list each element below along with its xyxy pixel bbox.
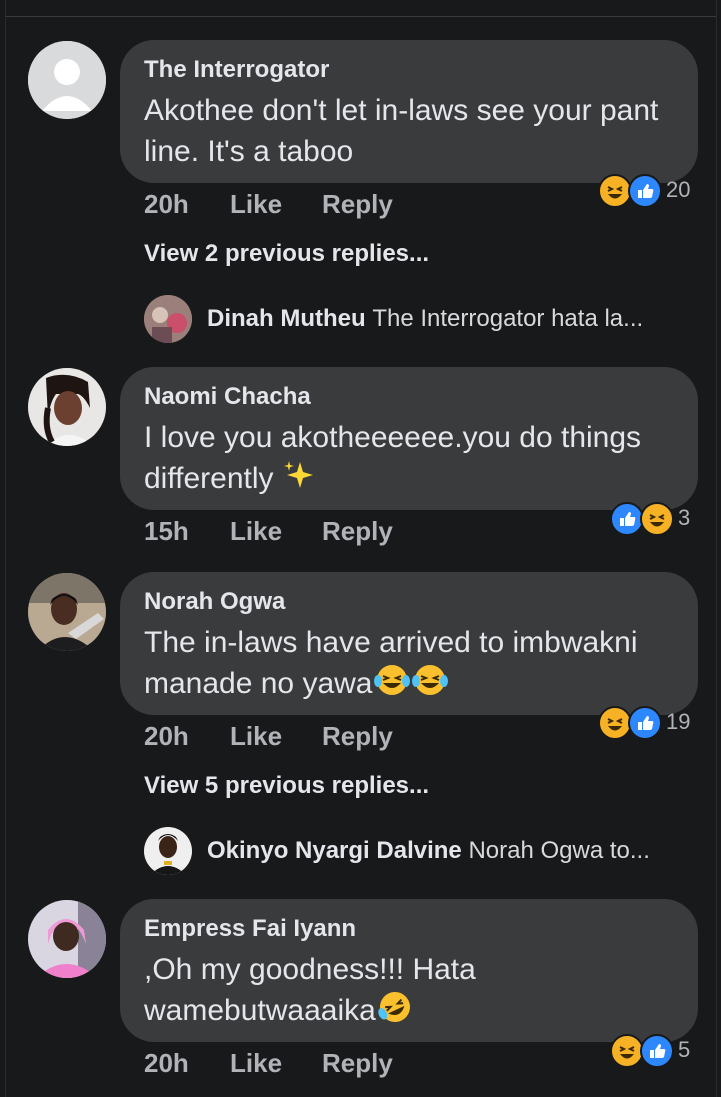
reply-button[interactable]: Reply [322, 1048, 393, 1079]
reaction-summary[interactable]: 20 [598, 174, 698, 208]
like-reaction-icon [610, 502, 644, 536]
comment-bubble: Empress Fai Iyann ,Oh my goodness!!! Hat… [120, 899, 698, 1042]
comment-author[interactable]: Empress Fai Iyann [144, 913, 674, 945]
comment-author[interactable]: The Interrogator [144, 54, 674, 86]
like-button[interactable]: Like [230, 1048, 282, 1079]
avatar[interactable] [28, 368, 106, 446]
avatar [144, 295, 192, 343]
reaction-summary[interactable]: 5 [610, 1034, 700, 1068]
comment-author[interactable]: Naomi Chacha [144, 381, 674, 413]
default-avatar-icon [28, 41, 106, 119]
sparkles-icon [282, 458, 316, 503]
avatar [144, 827, 192, 875]
comment-bubble: The Interrogator Akothee don't let in-la… [120, 40, 698, 183]
reaction-count: 20 [666, 177, 691, 202]
like-reaction-icon [640, 1034, 674, 1068]
comment-text-content: ,Oh my goodness!!! Hata wamebutwaaaika [144, 953, 476, 1027]
haha-reaction-icon [610, 1034, 644, 1068]
reaction-count: 5 [678, 1037, 691, 1062]
avatar-default[interactable] [28, 41, 106, 119]
like-button[interactable]: Like [230, 721, 282, 752]
avatar[interactable] [28, 573, 106, 651]
reply-button[interactable]: Reply [322, 189, 393, 220]
reply-author[interactable]: Dinah Mutheu [207, 305, 366, 332]
like-button[interactable]: Like [230, 516, 282, 547]
divider [6, 16, 716, 17]
reply-snippet: Norah Ogwa to... [468, 837, 650, 864]
view-previous-replies-link[interactable]: View 5 previous replies... [144, 772, 429, 800]
reply-preview[interactable]: Okinyo Nyargi Dalvine Norah Ogwa to... [144, 827, 704, 877]
comment-time[interactable]: 15h [144, 516, 189, 547]
reaction-count: 3 [678, 505, 691, 530]
comment-bubble: Norah Ogwa The in-laws have arrived to i… [120, 572, 698, 715]
reply-button[interactable]: Reply [322, 721, 393, 752]
avatar[interactable] [28, 900, 106, 978]
comment-text-content: I love you akotheeeeee.you do things dif… [144, 421, 642, 495]
comment-text: ,Oh my goodness!!! Hata wamebutwaaaika [144, 949, 674, 1035]
comment-time[interactable]: 20h [144, 189, 189, 220]
comment-text: Akothee don't let in-laws see your pant … [144, 94, 659, 168]
tears-of-joy-icon [373, 663, 411, 708]
reaction-summary[interactable]: 19 [598, 706, 698, 740]
reply-snippet: The Interrogator hata la... [372, 305, 644, 332]
like-button[interactable]: Like [230, 189, 282, 220]
haha-reaction-icon [640, 502, 674, 536]
like-reaction-icon [628, 706, 662, 740]
rolling-laughing-icon [376, 990, 414, 1035]
haha-reaction-icon [598, 706, 632, 740]
reply-author[interactable]: Okinyo Nyargi Dalvine [207, 837, 462, 864]
reply-preview[interactable]: Dinah Mutheu The Interrogator hata la... [144, 295, 704, 345]
comment-text: I love you akotheeeeee.you do things dif… [144, 417, 674, 503]
view-previous-replies-link[interactable]: View 2 previous replies... [144, 240, 429, 268]
reply-button[interactable]: Reply [322, 516, 393, 547]
like-reaction-icon [628, 174, 662, 208]
reaction-summary[interactable]: 3 [610, 502, 700, 536]
comment-bubble: Naomi Chacha I love you akotheeeeee.you … [120, 367, 698, 510]
tears-of-joy-icon [411, 663, 449, 708]
comment-time[interactable]: 20h [144, 1048, 189, 1079]
comment-author[interactable]: Norah Ogwa [144, 586, 674, 618]
reaction-count: 19 [666, 709, 691, 734]
haha-reaction-icon [598, 174, 632, 208]
comment-text: The in-laws have arrived to imbwakni man… [144, 622, 674, 708]
comment-time[interactable]: 20h [144, 721, 189, 752]
